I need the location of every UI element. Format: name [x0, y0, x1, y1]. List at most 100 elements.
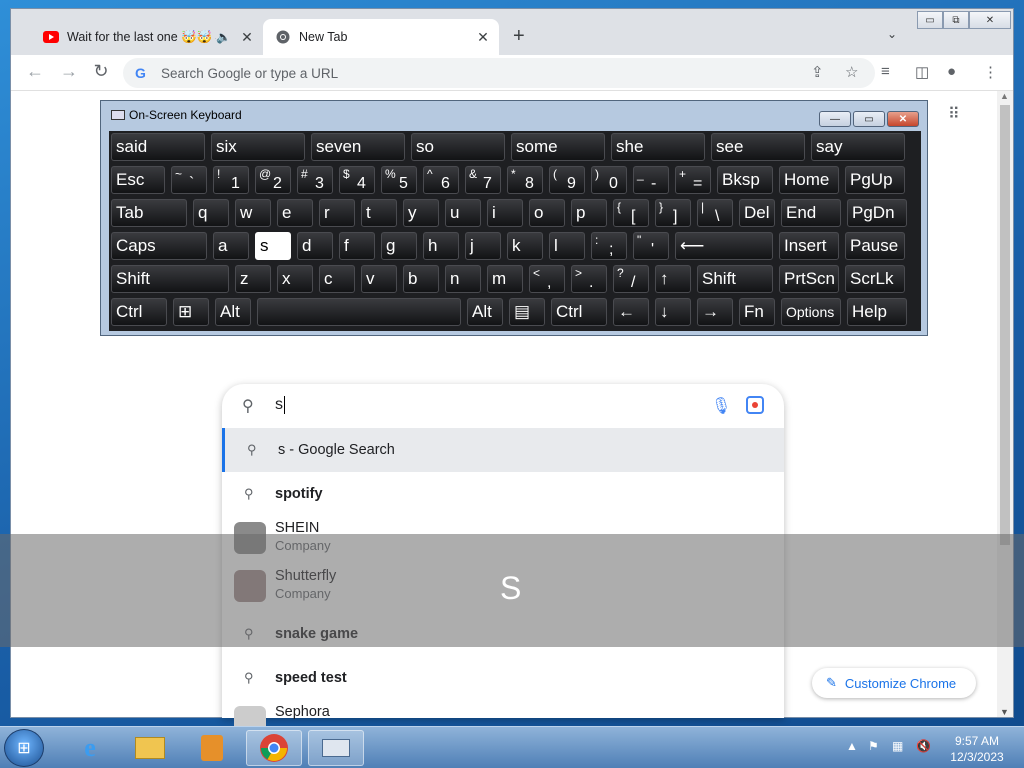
maximize-button[interactable]: ⧉: [943, 11, 969, 29]
osk-key[interactable]: | \: [697, 199, 733, 227]
share-icon[interactable]: ⇪: [811, 63, 824, 81]
osk-key[interactable]: ←: [613, 298, 649, 326]
osk-key[interactable]: h: [423, 232, 459, 260]
osk-key[interactable]: Alt: [215, 298, 251, 326]
osk-key[interactable]: c: [319, 265, 355, 293]
osk-key[interactable]: r: [319, 199, 355, 227]
customize-chrome-button[interactable]: ✎ Customize Chrome: [812, 668, 976, 698]
osk-key[interactable]: Esc: [111, 166, 165, 194]
osk-key[interactable]: n: [445, 265, 481, 293]
google-lens-icon[interactable]: [746, 396, 764, 414]
osk-key[interactable]: Bksp: [717, 166, 773, 194]
scroll-up-icon[interactable]: ▲: [1000, 91, 1009, 101]
osk-key[interactable]: ▤: [509, 298, 545, 326]
side-panel-icon[interactable]: ◫: [915, 63, 929, 81]
osk-key[interactable]: :;: [591, 232, 627, 260]
volume-muted-icon[interactable]: 🔇: [916, 739, 931, 753]
osk-key[interactable]: g: [381, 232, 417, 260]
osk-key[interactable]: t: [361, 199, 397, 227]
osk-space-key[interactable]: [257, 298, 461, 326]
osk-titlebar[interactable]: On-Screen Keyboard: [101, 101, 927, 129]
osk-key[interactable]: }]: [655, 199, 691, 227]
osk-key[interactable]: x: [277, 265, 313, 293]
osk-key[interactable]: ↑: [655, 265, 691, 293]
osk-prediction-key[interactable]: say: [811, 133, 905, 161]
osk-key[interactable]: PgUp: [845, 166, 905, 194]
osk-key[interactable]: j: [465, 232, 501, 260]
osk-key[interactable]: l: [549, 232, 585, 260]
osk-key[interactable]: ) 0: [591, 166, 627, 194]
osk-key[interactable]: q: [193, 199, 229, 227]
osk-prediction-key[interactable]: see: [711, 133, 805, 161]
osk-key[interactable]: Shift: [111, 265, 229, 293]
osk-key[interactable]: <,: [529, 265, 565, 293]
osk-key[interactable]: e: [277, 199, 313, 227]
profile-icon[interactable]: ●: [947, 63, 956, 80]
osk-key[interactable]: i: [487, 199, 523, 227]
osk-key[interactable]: + =: [675, 166, 711, 194]
osk-key[interactable]: ScrLk: [845, 265, 905, 293]
osk-key[interactable]: % 5: [381, 166, 417, 194]
window-close-button[interactable]: ✕: [969, 11, 1011, 29]
osk-key[interactable]: Insert: [779, 232, 839, 260]
osk-key[interactable]: v: [361, 265, 397, 293]
suggestion-item[interactable]: ⚲ spotify: [222, 472, 784, 516]
osk-prediction-key[interactable]: some: [511, 133, 605, 161]
osk-key[interactable]: (9: [549, 166, 585, 194]
osk-key[interactable]: y: [403, 199, 439, 227]
search-input[interactable]: ⚲ s 🎙: [222, 384, 784, 428]
file-explorer-icon[interactable]: [122, 730, 178, 766]
osk-key[interactable]: b: [403, 265, 439, 293]
forward-icon[interactable]: →: [57, 61, 81, 82]
osk-key[interactable]: →: [697, 298, 733, 326]
close-tab-button[interactable]: ✕: [473, 29, 493, 46]
osk-key[interactable]: ⟵: [675, 232, 773, 260]
osk-key[interactable]: f: [339, 232, 375, 260]
action-center-icon[interactable]: ⚑: [868, 739, 879, 753]
chrome-taskbar-icon[interactable]: [246, 730, 302, 766]
osk-minimize-button[interactable]: —: [819, 111, 851, 127]
scrollbar-thumb[interactable]: [1000, 105, 1010, 545]
osk-key[interactable]: * 8: [507, 166, 543, 194]
osk-key[interactable]: Caps: [111, 232, 207, 260]
osk-key[interactable]: Ctrl: [551, 298, 607, 326]
osk-key[interactable]: ? /: [613, 265, 649, 293]
osk-key[interactable]: ↓: [655, 298, 691, 326]
system-clock[interactable]: 9:57 AM 12/3/2023: [944, 733, 1010, 765]
osk-key[interactable]: ⊞: [173, 298, 209, 326]
osk-key[interactable]: m: [487, 265, 523, 293]
osk-key[interactable]: Del: [739, 199, 775, 227]
osk-taskbar-icon[interactable]: [308, 730, 364, 766]
osk-prediction-key[interactable]: said: [111, 133, 205, 161]
osk-key[interactable]: Shift: [697, 265, 773, 293]
osk-key[interactable]: a: [213, 232, 249, 260]
scroll-down-icon[interactable]: ▼: [1000, 707, 1009, 717]
osk-key[interactable]: @2: [255, 166, 291, 194]
suggestion-item[interactable]: ⚲ s - Google Search: [222, 428, 784, 472]
speaker-icon[interactable]: 🔈: [216, 30, 231, 44]
close-tab-button[interactable]: ✕: [237, 29, 257, 46]
osk-maximize-button[interactable]: ▭: [853, 111, 885, 127]
tab-youtube[interactable]: Wait for the last one 🤯🤯 #sh 🔈 ✕: [31, 19, 263, 55]
tab-search-button[interactable]: ⌄: [887, 27, 897, 41]
network-icon[interactable]: ▦: [892, 739, 903, 753]
osk-key[interactable]: & 7: [465, 166, 501, 194]
osk-key[interactable]: Fn: [739, 298, 775, 326]
osk-close-button[interactable]: ✕: [887, 111, 919, 127]
osk-key[interactable]: ~ `: [171, 166, 207, 194]
omnibox[interactable]: G Search Google or type a URL: [123, 58, 875, 88]
osk-key[interactable]: p: [571, 199, 607, 227]
osk-key[interactable]: Options: [781, 298, 841, 326]
osk-key[interactable]: ^ 6: [423, 166, 459, 194]
osk-key[interactable]: Home: [779, 166, 839, 194]
bookmark-star-icon[interactable]: ☆: [845, 63, 858, 81]
osk-key[interactable]: d: [297, 232, 333, 260]
osk-key[interactable]: _ -: [633, 166, 669, 194]
osk-key[interactable]: End: [781, 199, 841, 227]
menu-kebab-icon[interactable]: ⋮: [983, 63, 998, 81]
osk-key[interactable]: Help: [847, 298, 907, 326]
start-button[interactable]: ⊞: [4, 729, 44, 767]
osk-key[interactable]: $4: [339, 166, 375, 194]
show-hidden-icons[interactable]: ▲: [846, 739, 858, 753]
media-player-icon[interactable]: [184, 730, 240, 766]
